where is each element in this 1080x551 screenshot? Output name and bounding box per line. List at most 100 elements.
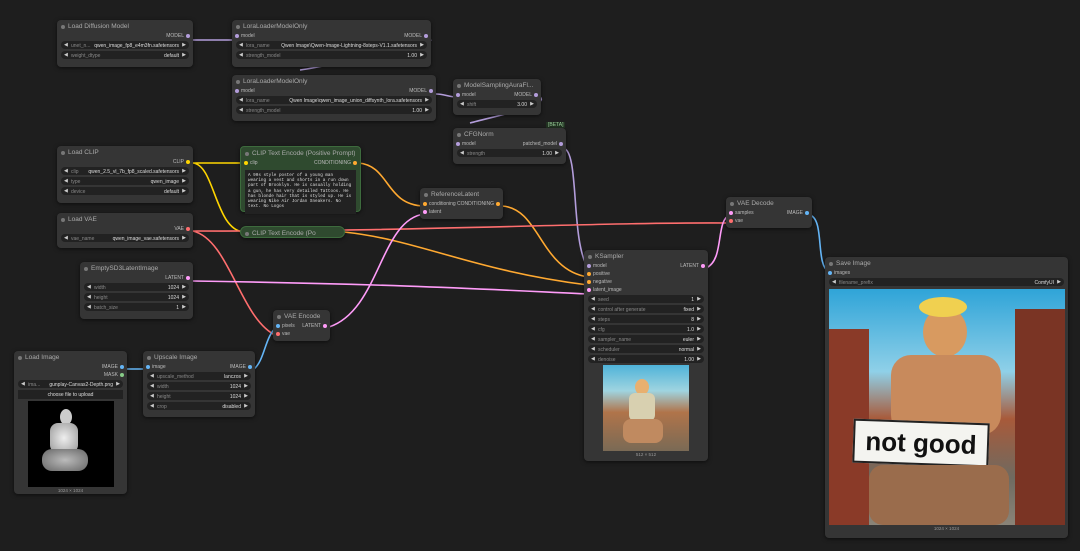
widget-strength-model[interactable]: strength_model 1.00	[236, 106, 432, 114]
node-model-sampling-auraflow[interactable]: ModelSamplingAuraFl... model MODEL shift 3…	[453, 79, 541, 115]
input-dot[interactable]	[423, 202, 427, 206]
widget-scheduler[interactable]: scheduler normal	[588, 345, 704, 353]
widget-weight-dtype[interactable]: weight_dtype default	[61, 51, 189, 59]
output-dot[interactable]	[429, 89, 433, 93]
widget-label: clip	[71, 168, 79, 175]
widget-label: lora_name	[246, 42, 270, 49]
output-dot[interactable]	[701, 264, 705, 268]
widget-label: crop	[157, 403, 167, 410]
output-dot[interactable]	[120, 373, 124, 377]
input-dot[interactable]	[828, 271, 832, 275]
output-dot[interactable]	[534, 93, 538, 97]
input-dot[interactable]	[587, 288, 591, 292]
node-load-image[interactable]: Load Image IMAGE MASK ima... gunplay-Canv…	[14, 351, 127, 494]
input-dot[interactable]	[729, 219, 733, 223]
input-dot[interactable]	[587, 280, 591, 284]
widget-width[interactable]: width 1024	[147, 382, 251, 390]
node-reference-latent[interactable]: ReferenceLatent conditioning CONDITIONING…	[420, 188, 503, 219]
input-dot[interactable]	[276, 324, 280, 328]
input-dot[interactable]	[235, 34, 239, 38]
widget-value: qwen_image	[150, 178, 179, 185]
output-dot[interactable]	[805, 211, 809, 215]
node-cfgnorm[interactable]: CFGNorm model patched_model strength 1.00	[453, 128, 566, 164]
output-dot[interactable]	[248, 365, 252, 369]
input-dot[interactable]	[146, 365, 150, 369]
widget-clip-name[interactable]: clip qwen_2.5_vl_7b_fp8_scaled.safetensor…	[61, 167, 189, 175]
ksampler-preview-image	[603, 365, 689, 451]
widget-denoise[interactable]: denoise 1.00	[588, 355, 704, 363]
widget-height[interactable]: height 1024	[84, 293, 189, 301]
node-vae-decode[interactable]: VAE Decode samples IMAGE vae	[726, 197, 812, 228]
input-dot[interactable]	[244, 161, 248, 165]
widget-value: 1	[176, 304, 179, 311]
output-dot[interactable]	[353, 161, 357, 165]
widget-value: qwen_2.5_vl_7b_fp8_scaled.safetensors	[88, 168, 179, 175]
input-dot[interactable]	[276, 332, 280, 336]
node-clip-text-encode-negative-collapsed[interactable]: CLIP Text Encode (Po	[240, 226, 345, 238]
output-dot[interactable]	[496, 202, 500, 206]
node-load-diffusion-model[interactable]: Load Diffusion Model MODEL unet_n...qwen…	[57, 20, 193, 67]
input-dot[interactable]	[235, 89, 239, 93]
widget-strength[interactable]: strength 1.00	[457, 149, 562, 157]
widget-lora-name[interactable]: lora_name Qwen Image\qwen_image_union_dif…	[236, 96, 432, 104]
widget-value: disabled	[222, 403, 241, 410]
widget-steps[interactable]: steps 8	[588, 315, 704, 323]
widget-device[interactable]: device default	[61, 187, 189, 195]
output-dot[interactable]	[186, 34, 190, 38]
input-dot[interactable]	[423, 210, 427, 214]
node-clip-text-encode-positive[interactable]: CLIP Text Encode (Positive Prompt) clip C…	[240, 146, 361, 214]
node-ksampler[interactable]: KSampler model LATENT positive negative l…	[584, 250, 708, 461]
input-dot[interactable]	[456, 142, 460, 146]
node-save-image[interactable]: Save Image images filename_prefix ComfyUI…	[825, 257, 1068, 538]
node-lora-loader-2[interactable]: LoraLoaderModelOnly model MODEL lora_name…	[232, 75, 436, 121]
output-dot[interactable]	[323, 324, 327, 328]
node-load-clip[interactable]: Load CLIP CLIP clip qwen_2.5_vl_7b_fp8_sc…	[57, 146, 193, 203]
widget-cfg[interactable]: cfg 1.0	[588, 325, 704, 333]
output-label: IMAGE	[101, 364, 118, 370]
node-upscale-image[interactable]: Upscale Image image IMAGE upscale_method l…	[143, 351, 255, 417]
widget-control-after-generate[interactable]: control after generate fixed	[588, 305, 704, 313]
input-dot[interactable]	[587, 272, 591, 276]
widget-filename-prefix[interactable]: filename_prefix ComfyUI	[829, 278, 1064, 286]
widget-seed[interactable]: seed 1	[588, 295, 704, 303]
input-label: vae	[282, 331, 291, 337]
widget-label: filename_prefix	[839, 279, 873, 286]
node-title: VAE Decode	[726, 197, 812, 209]
widget-strength-model[interactable]: strength_model 1.00	[236, 51, 427, 59]
output-dot[interactable]	[186, 276, 190, 280]
widget-shift[interactable]: shift 3.00	[457, 100, 537, 108]
output-dot[interactable]	[186, 160, 190, 164]
output-label: patched_model	[522, 141, 557, 147]
widget-label: shift	[467, 101, 477, 108]
input-dot[interactable]	[729, 211, 733, 215]
input-dot[interactable]	[587, 264, 591, 268]
node-empty-sd3-latent-image[interactable]: EmptySD3LatentImage LATENT width 1024 hei…	[80, 262, 193, 319]
node-lora-loader-1[interactable]: LoraLoaderModelOnly model MODEL lora_name…	[232, 20, 431, 67]
node-vae-encode[interactable]: VAE Encode pixels LATENT vae	[273, 310, 330, 341]
output-dot[interactable]	[424, 34, 428, 38]
widget-value: lanczos	[224, 373, 241, 380]
output-dot[interactable]	[186, 227, 190, 231]
widget-upscale-method[interactable]: upscale_method lanczos	[147, 372, 251, 380]
widget-width[interactable]: width 1024	[84, 283, 189, 291]
widget-vae-name[interactable]: vae_name qwen_image_vae.safetensors	[61, 234, 189, 242]
upload-button[interactable]: choose file to upload	[18, 390, 123, 399]
output-dot[interactable]	[559, 142, 563, 146]
widget-type[interactable]: type qwen_image	[61, 177, 189, 185]
widget-sampler-name[interactable]: sampler_name euler	[588, 335, 704, 343]
node-title: Save Image	[825, 257, 1068, 269]
prompt-textarea[interactable]: A 90s style poster of a young man wearin…	[245, 170, 356, 214]
widget-batch-size[interactable]: batch_size 1	[84, 303, 189, 311]
output-dot[interactable]	[120, 365, 124, 369]
widget-lora-name[interactable]: lora_name Qwen Image\Qwen-Image-Lightning…	[236, 41, 427, 49]
input-dot[interactable]	[456, 93, 460, 97]
node-load-vae[interactable]: Load VAE VAE vae_name qwen_image_vae.safe…	[57, 213, 193, 248]
widget-image[interactable]: ima... gunplay-Canvas2-Depth.png	[18, 380, 123, 388]
output-label: CONDITIONING	[314, 160, 351, 166]
widget-height[interactable]: height 1024	[147, 392, 251, 400]
widget-unet-name[interactable]: unet_n...qwen_image_fp8_e4m3fn.safetenso…	[61, 41, 189, 49]
widget-crop[interactable]: crop disabled	[147, 402, 251, 410]
widget-value: 1.0	[687, 326, 694, 333]
output-label: CLIP	[172, 159, 184, 165]
node-title: CFGNorm	[453, 128, 566, 140]
